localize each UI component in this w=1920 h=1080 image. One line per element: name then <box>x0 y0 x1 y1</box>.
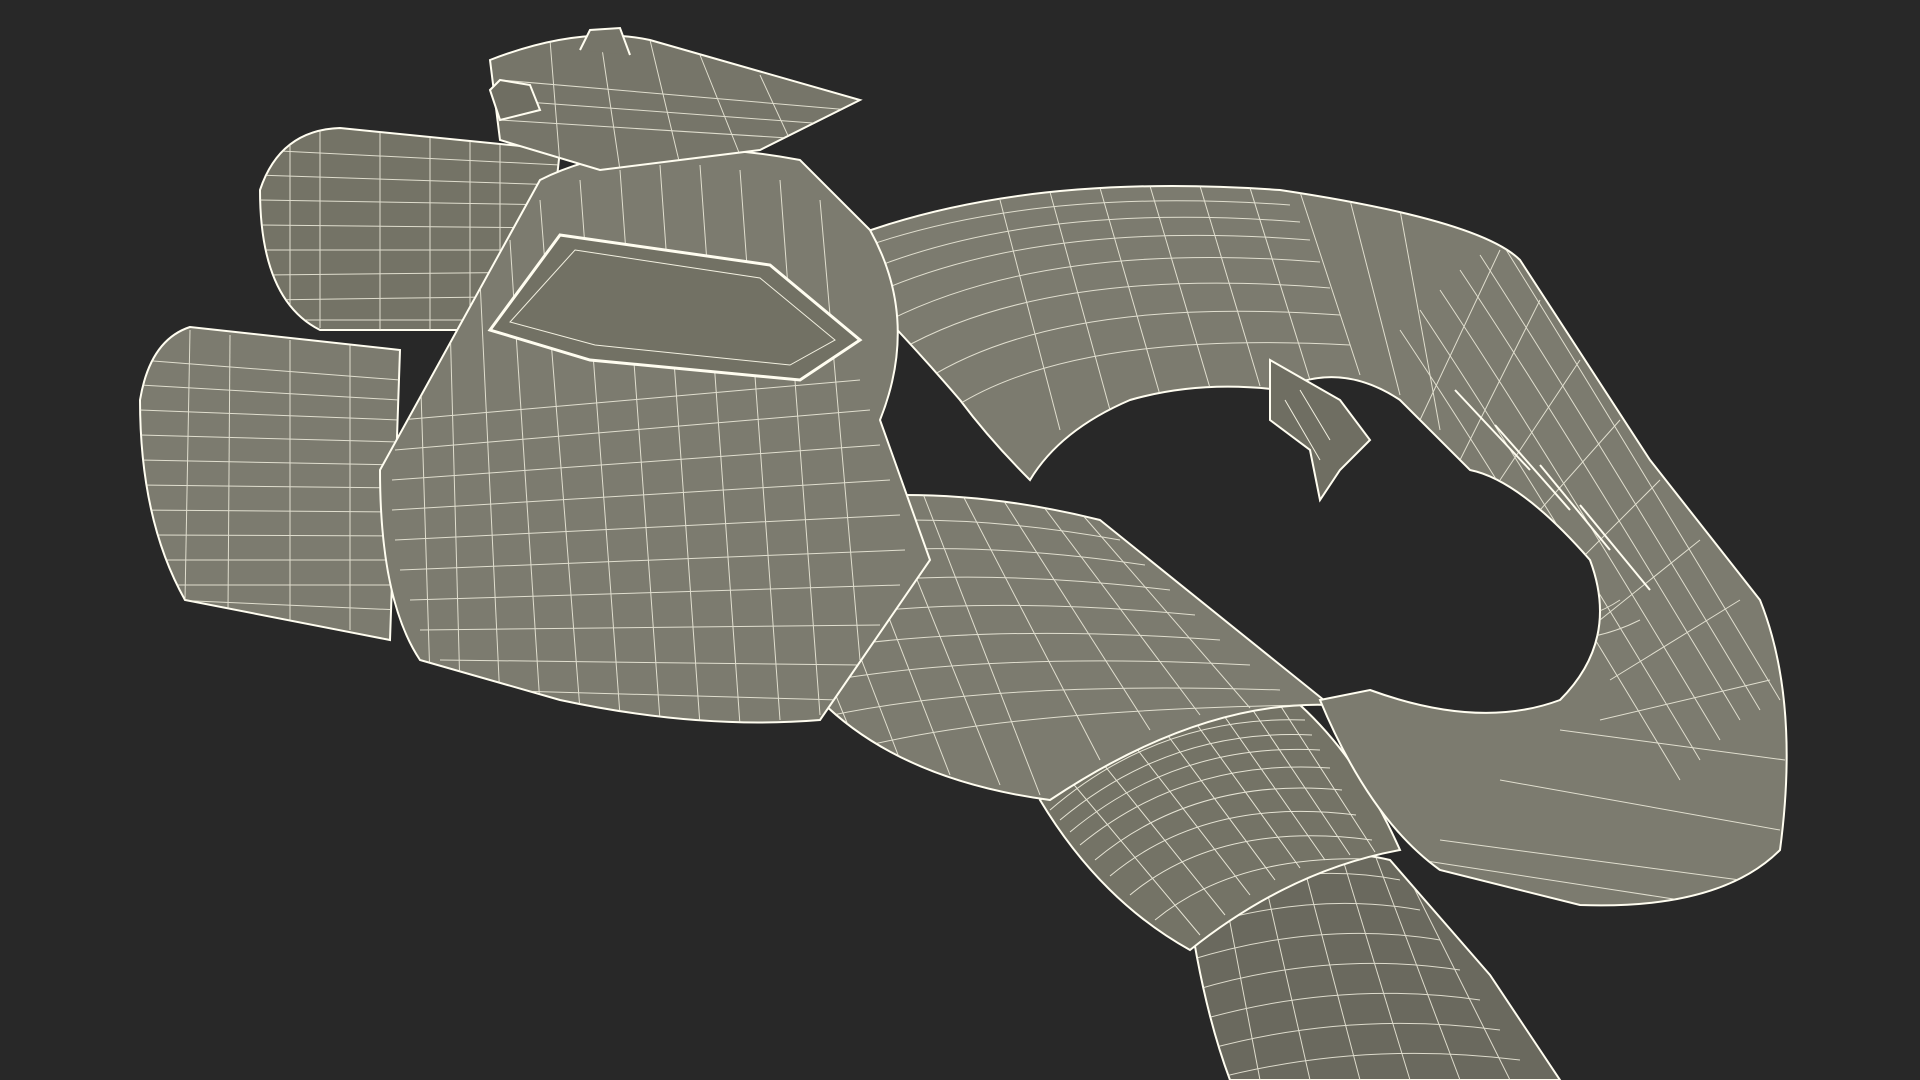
top-latch <box>488 26 863 172</box>
connector-pin-lower <box>138 325 402 642</box>
render-viewport <box>0 0 1920 1080</box>
trigger <box>1269 358 1372 503</box>
wireframe-model <box>138 26 1788 1080</box>
